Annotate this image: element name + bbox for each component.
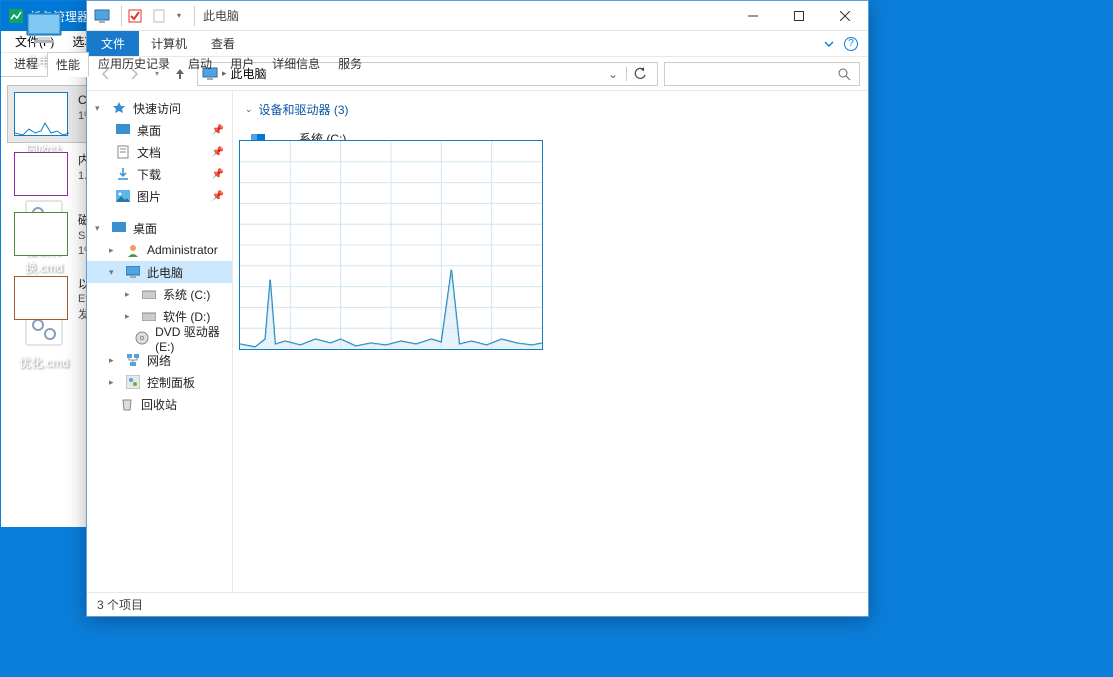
nav-downloads[interactable]: 下载📌 [87, 163, 232, 185]
recycle-icon [119, 396, 135, 412]
explorer-icon [93, 7, 111, 25]
nav-desktop[interactable]: 桌面📌 [87, 119, 232, 141]
desktop-icon [115, 122, 131, 138]
help-icon[interactable]: ? [844, 37, 858, 51]
nav-quick-access[interactable]: ▾快速访问 [87, 97, 232, 119]
search-icon [837, 67, 851, 81]
nav-computer[interactable]: ▾此电脑 [87, 261, 232, 283]
download-icon [115, 166, 131, 182]
star-icon [111, 100, 127, 116]
tab-processes[interactable]: 进程 [5, 51, 47, 76]
group-header[interactable]: ⌄设备和驱动器 (3) [243, 97, 858, 126]
cpu-graph [239, 140, 543, 350]
tab-performance[interactable]: 性能 [47, 52, 89, 77]
nav-documents[interactable]: 文档📌 [87, 141, 232, 163]
nav-desktop-root[interactable]: ▾桌面 [87, 217, 232, 239]
ethernet-mini-graph [14, 276, 68, 320]
network-icon [125, 352, 141, 368]
nav-pictures[interactable]: 图片📌 [87, 185, 232, 207]
nav-recycle[interactable]: 回收站 [87, 393, 232, 415]
cpu-mini-graph [14, 92, 68, 136]
pin-icon: 📌 [212, 147, 224, 158]
nav-drive-c[interactable]: ▸系统 (C:) [87, 283, 232, 305]
desktop-icon [111, 220, 127, 236]
checkbox-icon[interactable] [126, 7, 144, 25]
computer-icon [24, 8, 64, 48]
pin-icon: 📌 [212, 191, 224, 202]
tab-users[interactable]: 用户 [221, 51, 263, 76]
pin-icon: 📌 [212, 125, 224, 136]
disk-mini-graph [14, 212, 68, 256]
computer-icon [125, 264, 141, 280]
picture-icon [115, 188, 131, 204]
minimize-button[interactable] [730, 1, 776, 31]
nav-pane: ▾快速访问 桌面📌 文档📌 下载📌 图片📌 ▾桌面 ▸Administrator… [87, 91, 233, 592]
tab-details[interactable]: 详细信息 [263, 51, 329, 76]
status-bar: 3 个项目 [87, 592, 868, 616]
dropdown-icon[interactable]: ▾ [174, 7, 184, 25]
user-icon [125, 242, 141, 258]
address-dropdown[interactable]: ⌄ [604, 67, 622, 81]
pin-icon: 📌 [212, 169, 224, 180]
search-box[interactable] [664, 62, 860, 86]
nav-control-panel[interactable]: ▸控制面板 [87, 371, 232, 393]
window-title: 此电脑 [203, 7, 239, 24]
maximize-button[interactable] [776, 1, 822, 31]
ribbon-expand[interactable]: ? [813, 31, 868, 56]
explorer-titlebar[interactable]: ▾ 此电脑 [87, 1, 868, 31]
nav-user[interactable]: ▸Administrator [87, 239, 232, 261]
memory-mini-graph [14, 152, 68, 196]
tab-apphistory[interactable]: 应用历史记录 [89, 51, 179, 76]
tab-services[interactable]: 服务 [329, 51, 371, 76]
drive-icon [141, 286, 157, 302]
document-icon [115, 144, 131, 160]
tab-startup[interactable]: 启动 [179, 51, 221, 76]
dvd-icon [135, 330, 149, 346]
close-button[interactable] [822, 1, 868, 31]
nav-drive-dvd[interactable]: DVD 驱动器 (E:) [87, 327, 232, 349]
control-panel-icon [125, 374, 141, 390]
file-icon[interactable] [150, 7, 168, 25]
refresh-button[interactable] [626, 67, 653, 81]
